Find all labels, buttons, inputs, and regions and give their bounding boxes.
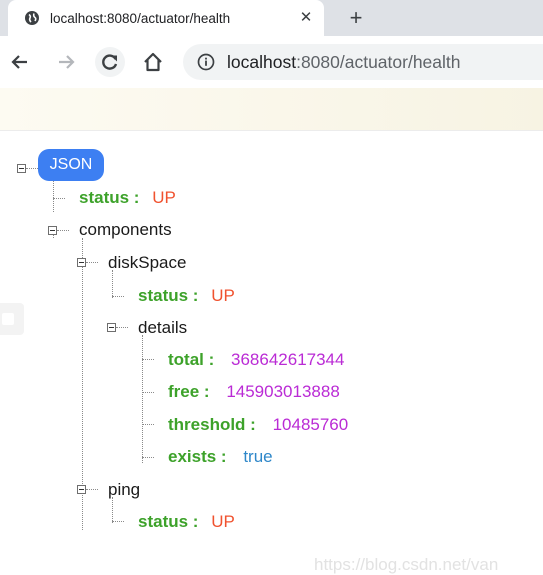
free-key: free : — [168, 382, 210, 401]
json-tree-view: JSON status : UP components diskSpace st… — [0, 130, 543, 575]
diskspace-status-key: status : — [138, 286, 199, 305]
diskspace-status-value: UP — [211, 286, 235, 305]
tree-line — [112, 497, 113, 523]
watermark: https://blog.csdn.net/van — [314, 555, 499, 574]
tree-line — [112, 521, 124, 522]
home-icon — [144, 52, 162, 72]
total-key: total : — [168, 350, 215, 369]
tree-row-total: total : 368642617344 — [168, 350, 344, 370]
tree-line — [53, 181, 54, 212]
total-value: 368642617344 — [231, 350, 345, 369]
tree-line — [112, 270, 113, 298]
extension-bar — [0, 88, 543, 131]
tree-line — [116, 327, 128, 328]
new-tab-icon[interactable]: + — [344, 6, 368, 30]
url-text: localhost:8080/actuator/health — [227, 52, 461, 73]
globe-icon — [24, 10, 40, 26]
reload-button[interactable] — [95, 47, 125, 77]
components-key[interactable]: components — [79, 220, 172, 240]
diskspace-key[interactable]: diskSpace — [108, 253, 186, 273]
tree-row-status: status : UP — [79, 188, 176, 208]
reload-icon — [102, 54, 118, 70]
collapse-root-icon[interactable] — [17, 164, 26, 173]
collapse-components-icon[interactable] — [48, 226, 57, 235]
ping-key[interactable]: ping — [108, 480, 140, 500]
tree-line — [142, 335, 143, 463]
tree-line — [142, 424, 154, 425]
tree-row-threshold: threshold : 10485760 — [168, 415, 348, 435]
collapse-diskspace-icon[interactable] — [77, 258, 86, 267]
back-button[interactable] — [6, 48, 34, 76]
tree-row-ping-status: status : UP — [138, 512, 235, 532]
details-key[interactable]: details — [138, 318, 187, 338]
tab-title: localhost:8080/actuator/health — [50, 10, 290, 26]
tree-row-diskspace-status: status : UP — [138, 286, 235, 306]
tree-row-free: free : 145903013888 — [168, 382, 340, 402]
info-icon[interactable] — [197, 53, 215, 71]
exists-value: true — [243, 447, 273, 466]
ping-status-key: status : — [138, 512, 199, 531]
tree-line — [57, 230, 69, 231]
close-tab-icon[interactable]: ✕ — [296, 8, 316, 28]
exists-key: exists : — [168, 447, 227, 466]
tree-line — [142, 392, 154, 393]
json-root-badge[interactable]: JSON — [38, 149, 104, 181]
tree-line — [86, 489, 98, 490]
browser-toolbar: localhost:8080/actuator/health — [0, 36, 543, 88]
browser-tab[interactable]: localhost:8080/actuator/health ✕ — [8, 0, 324, 36]
arrow-left-icon — [11, 55, 27, 69]
arrow-right-icon — [59, 55, 75, 69]
tree-line — [26, 168, 38, 169]
tree-row-exists: exists : true — [168, 447, 273, 467]
collapse-ping-icon[interactable] — [77, 485, 86, 494]
status-value: UP — [152, 188, 176, 207]
status-key: status : — [79, 188, 140, 207]
home-button[interactable] — [139, 48, 167, 76]
tree-line — [112, 296, 124, 297]
url-path: :8080/actuator/health — [296, 51, 461, 72]
tree-line — [142, 359, 154, 360]
threshold-value: 10485760 — [272, 415, 349, 434]
tree-line — [53, 198, 65, 199]
ping-status-value: UP — [211, 512, 235, 531]
threshold-key: threshold : — [168, 415, 256, 434]
address-bar[interactable]: localhost:8080/actuator/health — [183, 44, 543, 80]
forward-button[interactable] — [52, 48, 80, 76]
free-value: 145903013888 — [226, 382, 340, 401]
tab-strip: localhost:8080/actuator/health ✕ + — [0, 0, 543, 36]
tree-line — [86, 262, 98, 263]
tree-line — [142, 457, 154, 458]
collapse-details-icon[interactable] — [107, 323, 116, 332]
url-host: localhost — [227, 51, 297, 72]
